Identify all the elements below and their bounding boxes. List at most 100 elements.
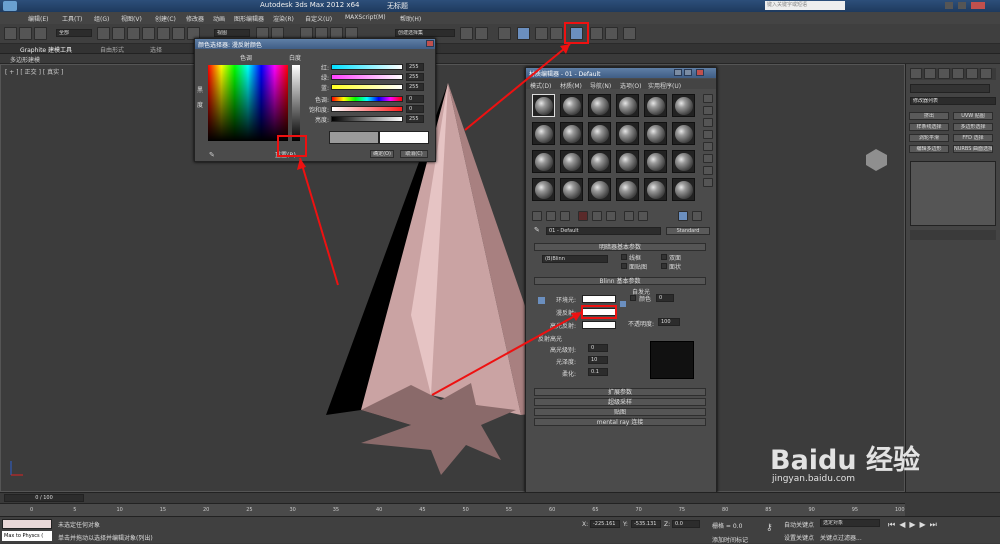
me-menu-navigation[interactable]: 导航(N) [590, 81, 611, 90]
material-sample-slot[interactable] [672, 150, 695, 173]
reset-map-icon[interactable] [578, 211, 588, 221]
uvw-map-button[interactable]: UVW 贴图 [953, 112, 993, 120]
options-icon[interactable] [703, 166, 713, 175]
red-slider[interactable] [331, 64, 403, 70]
opacity-value[interactable]: 100 [658, 318, 680, 326]
glossiness-value[interactable]: 10 [588, 356, 608, 364]
playback-controls[interactable]: ⏮◀▶▶⏭ [888, 520, 941, 530]
maximize-button[interactable] [958, 2, 966, 9]
window-crossing-icon[interactable] [142, 27, 155, 40]
menu-group[interactable]: 组(G) [94, 14, 109, 23]
material-id-icon[interactable] [624, 211, 634, 221]
ambient-color-swatch[interactable] [582, 295, 616, 303]
create-tab-icon[interactable] [910, 68, 922, 79]
select-by-material-icon[interactable] [703, 178, 713, 187]
menu-graph-editors[interactable]: 图形编辑器 [234, 14, 264, 23]
motion-tab-icon[interactable] [952, 68, 964, 79]
material-sample-slot[interactable] [560, 150, 583, 173]
display-tab-icon[interactable] [966, 68, 978, 79]
select-by-name-icon[interactable] [112, 27, 125, 40]
blinn-basic-rollout[interactable]: Blinn 基本参数 [534, 277, 706, 285]
mirror-icon[interactable] [460, 27, 473, 40]
video-color-check-icon[interactable] [703, 142, 713, 151]
menu-tools[interactable]: 工具(T) [62, 14, 82, 23]
get-material-icon[interactable] [532, 211, 542, 221]
menu-edit[interactable]: 编辑(E) [28, 14, 48, 23]
material-sample-slot[interactable] [588, 150, 611, 173]
faceted-checkbox[interactable] [661, 263, 667, 269]
redo-icon[interactable] [19, 27, 32, 40]
y-coordinate[interactable]: -535.131 [631, 520, 661, 528]
me-menu-mode[interactable]: 模式(D) [530, 81, 551, 90]
material-editor-close-button[interactable] [696, 69, 704, 76]
pick-material-icon[interactable]: ✎ [534, 226, 540, 234]
nurbs-surface-select-button[interactable]: NURBS 曲面选择 [953, 145, 993, 153]
material-sample-slot[interactable] [672, 178, 695, 201]
hue-slider[interactable] [331, 96, 403, 102]
key-icon[interactable]: ⚷ [766, 523, 773, 533]
material-name-field[interactable]: 01 - Default [546, 227, 661, 235]
material-sample-slot[interactable] [616, 94, 639, 117]
ribbon-tab-freeform[interactable]: 自由形式 [100, 45, 124, 54]
rendered-frame-icon[interactable] [605, 27, 618, 40]
maps-rollout[interactable]: 贴图 [534, 408, 706, 416]
time-slider[interactable]: 0 / 100 [4, 494, 84, 502]
hue-blackness-picker[interactable] [208, 65, 288, 141]
green-slider[interactable] [331, 74, 403, 80]
cancel-button[interactable]: 取消(C) [400, 150, 428, 158]
value-slider[interactable] [331, 116, 403, 122]
render-setup-icon[interactable] [590, 27, 603, 40]
layer-manager-icon[interactable] [498, 27, 511, 40]
self-illum-color-checkbox[interactable] [630, 295, 636, 301]
material-sample-slot[interactable] [588, 122, 611, 145]
modifier-stack[interactable] [910, 161, 996, 226]
menu-help[interactable]: 帮助(H) [400, 14, 421, 23]
ok-button[interactable]: 确定(O) [370, 150, 394, 158]
material-sample-slot[interactable] [672, 122, 695, 145]
material-sample-slot[interactable] [644, 94, 667, 117]
track-bar[interactable]: 0 5 10 15 20 25 30 35 40 45 50 55 60 65 70 75 80 85 90 95 10… [0, 503, 905, 516]
material-sample-slot[interactable] [672, 94, 695, 117]
graphite-toggle-icon[interactable] [517, 27, 530, 40]
material-sample-slot[interactable] [560, 94, 583, 117]
poly-select-button[interactable]: 多边形选择 [953, 123, 993, 131]
select-icon[interactable] [97, 27, 110, 40]
me-menu-utilities[interactable]: 实用程序(U) [648, 81, 681, 90]
search-input[interactable]: 键入关键字或短语 [765, 1, 845, 10]
material-sample-slot[interactable] [532, 178, 555, 201]
material-editor-minimize-button[interactable] [674, 69, 682, 76]
named-selection-dropdown[interactable]: 创建选择集 [395, 29, 455, 37]
undo-icon[interactable] [4, 27, 17, 40]
x-coordinate[interactable]: -225.161 [590, 520, 620, 528]
original-color-swatch[interactable] [329, 131, 379, 144]
link-icon[interactable] [34, 27, 47, 40]
red-value[interactable]: 255 [406, 63, 424, 71]
maxscript-listener[interactable]: Max to Physcs ( [2, 531, 52, 541]
green-value[interactable]: 255 [406, 73, 424, 81]
close-button[interactable] [971, 2, 985, 9]
material-sample-slot[interactable] [588, 94, 611, 117]
eyedropper-icon[interactable]: ✎ [209, 151, 215, 159]
show-map-icon[interactable] [638, 211, 648, 221]
new-color-swatch[interactable] [379, 131, 429, 144]
face-map-checkbox[interactable] [621, 263, 627, 269]
color-dialog-close-button[interactable] [426, 40, 434, 47]
material-sample-slot[interactable] [644, 122, 667, 145]
move-icon[interactable] [157, 27, 170, 40]
hierarchy-tab-icon[interactable] [938, 68, 950, 79]
rect-select-icon[interactable] [127, 27, 140, 40]
diffuse-map-button[interactable] [620, 301, 626, 307]
key-mode-dropdown[interactable]: 选定对象 [820, 519, 880, 527]
extended-params-rollout[interactable]: 扩展参数 [534, 388, 706, 396]
assign-to-selection-icon[interactable] [560, 211, 570, 221]
app-logo-icon[interactable] [3, 1, 17, 11]
modify-tab-icon[interactable] [924, 68, 936, 79]
menu-customize[interactable]: 自定义(U) [305, 14, 332, 23]
whiteness-slider[interactable] [292, 65, 300, 141]
material-sample-slot[interactable] [560, 178, 583, 201]
auto-key-button[interactable]: 自动关键点 [784, 520, 814, 529]
spline-select-button[interactable]: 样条线选择 [909, 123, 949, 131]
material-sample-slot[interactable] [616, 150, 639, 173]
saturation-value[interactable]: 0 [406, 105, 424, 113]
align-icon[interactable] [475, 27, 488, 40]
